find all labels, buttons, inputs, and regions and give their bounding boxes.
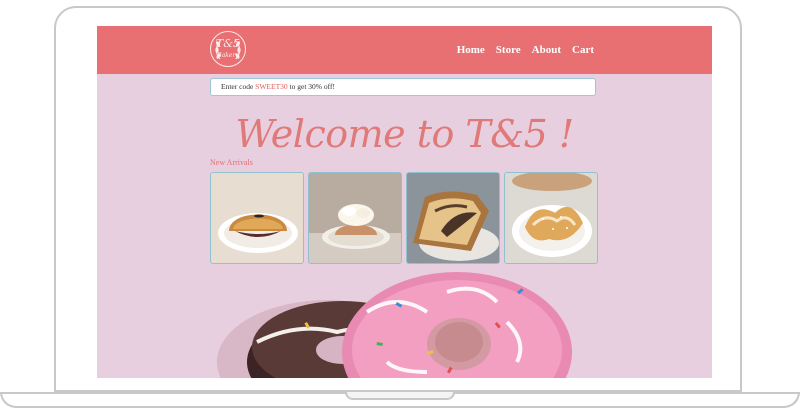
- nav-link-cart[interactable]: Cart: [572, 44, 594, 56]
- product-card-sugar-croissant[interactable]: [504, 172, 598, 264]
- new-arrivals-grid: [210, 172, 598, 264]
- product-card-cream-pastry[interactable]: [308, 172, 402, 264]
- promo-banner: Enter code SWEET30 to get 30% off!: [210, 78, 596, 96]
- promo-code: SWEET30: [255, 82, 288, 91]
- new-arrivals-label: New Arrivals: [210, 158, 253, 167]
- nav-menu: Home Store About Cart: [457, 44, 594, 56]
- laptop-notch: [345, 392, 455, 400]
- promo-suffix: to get 30% off!: [287, 82, 336, 91]
- nav-link-home[interactable]: Home: [457, 44, 485, 56]
- nav-link-about[interactable]: About: [532, 44, 561, 56]
- nav-link-store[interactable]: Store: [496, 44, 521, 56]
- product-card-chocolate-loaf[interactable]: [406, 172, 500, 264]
- cream-pastry-image: [309, 173, 401, 263]
- brand-logo[interactable]: T&5 Bakery: [210, 31, 246, 67]
- chocolate-loaf-image: [407, 173, 499, 263]
- promo-prefix: Enter code: [221, 82, 256, 91]
- sugar-croissant-image: [505, 173, 597, 263]
- product-card-red-bean-bun[interactable]: [210, 172, 304, 264]
- hero-title: Welcome to T&5 !: [235, 112, 574, 156]
- laurel-wreath-icon: [215, 39, 241, 60]
- donuts-hero-image: [217, 272, 572, 378]
- browser-screen: T&5 Bakery Home Store About Cart Enter c…: [97, 26, 712, 378]
- red-bean-bun-image: [211, 173, 303, 263]
- top-navigation: T&5 Bakery Home Store About Cart: [97, 26, 712, 74]
